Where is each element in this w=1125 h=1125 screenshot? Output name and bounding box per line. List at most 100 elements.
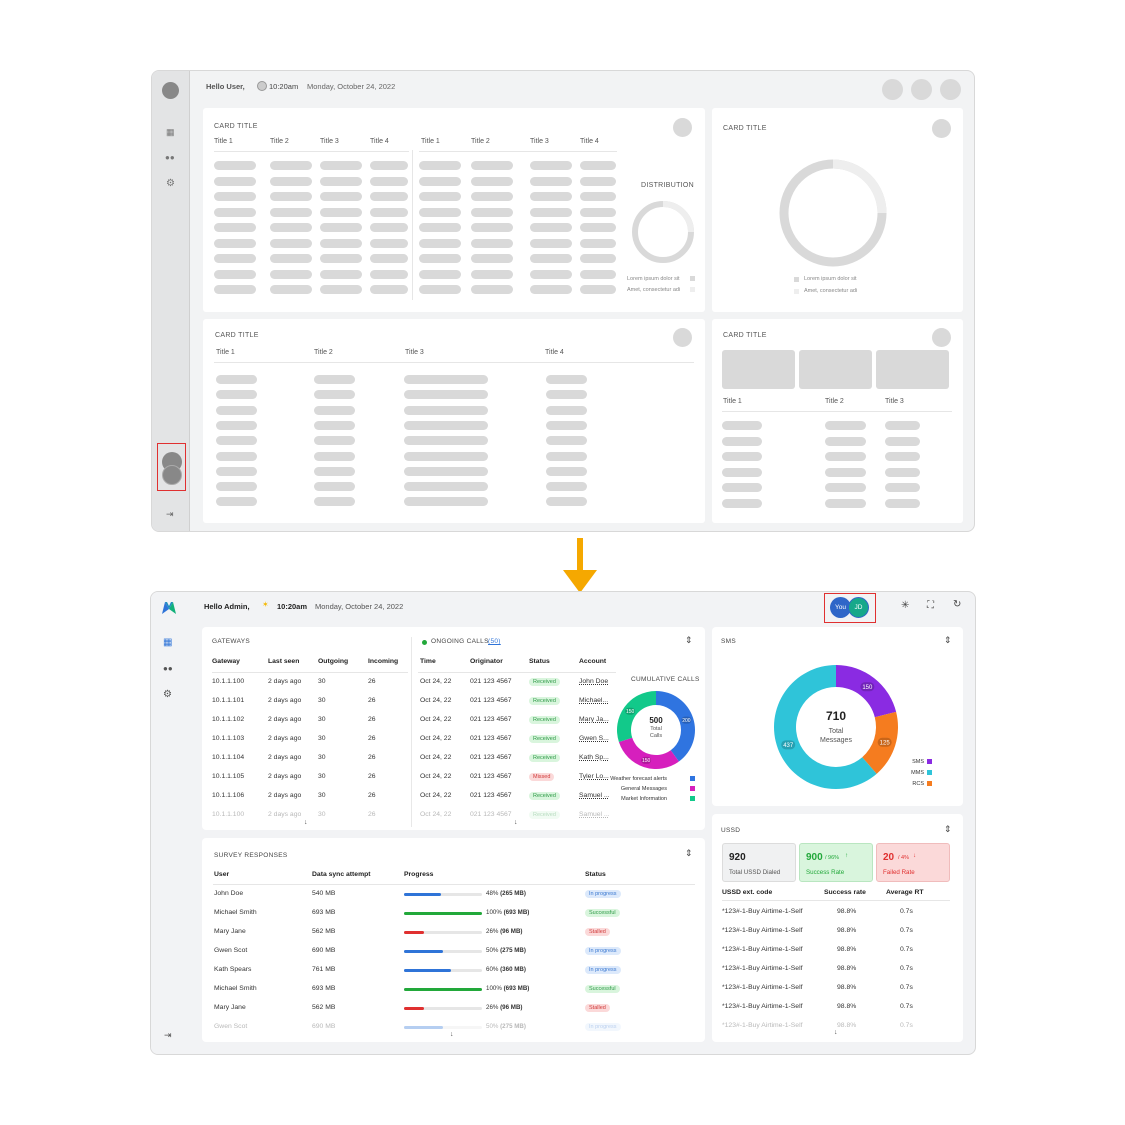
- logout-icon[interactable]: ⇥: [164, 1030, 172, 1041]
- account-link[interactable]: Gwen S...: [579, 735, 609, 742]
- logo-icon[interactable]: [162, 602, 176, 614]
- table-cell: 26: [368, 792, 376, 799]
- column-header[interactable]: Time: [420, 658, 436, 665]
- gear-icon[interactable]: ⚙: [163, 689, 172, 700]
- table-cell: 30: [318, 773, 326, 780]
- avatar-jd[interactable]: JD: [848, 597, 869, 618]
- progress-label: 60% (360 MB): [486, 966, 526, 973]
- stat-label: Failed Rate: [883, 869, 915, 876]
- brightness-icon[interactable]: ✳: [901, 600, 909, 611]
- status-badge: Received: [529, 697, 560, 705]
- skeleton-bar: [546, 390, 587, 400]
- column-header[interactable]: USSD ext. code: [722, 889, 772, 896]
- legend-swatch: [690, 276, 695, 281]
- progress-percent: 60%: [486, 966, 499, 973]
- sms-title: SMS: [721, 638, 736, 645]
- table-cell: 30: [318, 678, 326, 685]
- sidebar: ▦ ●● ⚙ ⇥: [151, 592, 189, 1054]
- stat-label: Total USSD Dialed: [729, 869, 781, 876]
- skeleton-bar: [214, 192, 256, 201]
- donut-slice[interactable]: [618, 737, 679, 769]
- column-header[interactable]: Status: [529, 658, 550, 665]
- skeleton-bar: [722, 436, 762, 446]
- ongoing-calls-count[interactable]: (50): [488, 638, 501, 645]
- scroll-down-icon[interactable]: ↓: [304, 819, 308, 826]
- column-header[interactable]: Account: [579, 658, 606, 665]
- cumulative-calls-title: CUMULATIVE CALLS: [631, 676, 700, 683]
- table-cell: 10.1.1.105: [212, 773, 245, 780]
- column-header[interactable]: Status: [585, 871, 606, 878]
- logout-icon: ⇥: [166, 509, 174, 519]
- account-link[interactable]: Kath Sp...: [579, 754, 609, 761]
- scroll-down-icon[interactable]: ↓: [834, 1029, 838, 1036]
- progress-size: (96 MB): [500, 928, 523, 935]
- table-cell: *123#-1-Buy Airtime-1-Self: [722, 1003, 803, 1010]
- column-header: Title 3: [530, 138, 549, 145]
- skeleton-bar: [530, 176, 572, 186]
- skeleton-bar: [270, 176, 312, 186]
- wireframe-date: Monday, October 24, 2022: [307, 82, 396, 91]
- sort-icon[interactable]: ⇕: [944, 635, 952, 646]
- skeleton-bar: [580, 207, 616, 217]
- slice-value-label: 150: [626, 709, 635, 715]
- legend-label: General Messages: [620, 786, 667, 792]
- status-badge: In progress: [585, 890, 621, 898]
- column-header[interactable]: Progress: [404, 871, 433, 878]
- column-header[interactable]: Incoming: [368, 658, 398, 665]
- clock-icon: [257, 81, 267, 91]
- table-cell: 10.1.1.101: [212, 697, 245, 704]
- cumulative-total-label: Calls: [649, 733, 663, 739]
- dashboard-icon[interactable]: ▦: [163, 637, 172, 648]
- skeleton-bar: [546, 375, 587, 384]
- fullscreen-icon[interactable]: ⛶: [927, 600, 934, 611]
- column-header[interactable]: Gateway: [212, 658, 240, 665]
- refresh-icon[interactable]: ↻: [953, 599, 961, 610]
- account-link[interactable]: John Doe: [579, 678, 608, 685]
- table-cell: 021 123 4567: [470, 678, 512, 685]
- progress-fill: [404, 893, 442, 896]
- progress-fill: [404, 950, 443, 953]
- skeleton-bar: [546, 451, 587, 461]
- account-link[interactable]: Michael...: [579, 697, 608, 704]
- skeleton-bar: [530, 207, 572, 217]
- skeleton-bar: [214, 207, 256, 217]
- skeleton-bar: [530, 269, 572, 279]
- table-cell: *123#-1-Buy Airtime-1-Self: [722, 927, 803, 934]
- legend-swatch: [927, 781, 932, 786]
- scroll-down-icon[interactable]: ↓: [514, 819, 518, 826]
- column-header[interactable]: Average RT: [886, 889, 924, 896]
- arrow-down-icon: ↓: [913, 853, 916, 859]
- progress-percent: 48%: [486, 890, 499, 897]
- column-header[interactable]: Originator: [470, 658, 503, 665]
- column-header[interactable]: Success rate: [824, 889, 866, 896]
- skeleton-bar: [419, 161, 461, 170]
- column-header: Title 4: [545, 349, 564, 356]
- column-header[interactable]: Data sync attempt: [312, 871, 371, 878]
- legend-swatch: [690, 776, 695, 781]
- progress-percent: 100%: [486, 985, 502, 992]
- sort-icon[interactable]: ⇕: [944, 824, 952, 835]
- skeleton-bar: [270, 254, 312, 263]
- account-link[interactable]: Samuel ...: [579, 811, 610, 818]
- table-cell: 26: [368, 754, 376, 761]
- slice-value-label: 437: [783, 743, 794, 749]
- table-cell: Oct 24, 22: [420, 773, 452, 780]
- account-link[interactable]: Mary Ja...: [579, 716, 609, 723]
- column-header[interactable]: User: [214, 871, 229, 878]
- column-header[interactable]: Last seen: [268, 658, 299, 665]
- skeleton-bar: [419, 223, 461, 232]
- table-cell: Mary Jane: [214, 1004, 246, 1011]
- table-cell: 2 days ago: [268, 735, 302, 742]
- users-icon[interactable]: ●●: [163, 664, 173, 673]
- cumulative-total: 500: [649, 716, 663, 725]
- table-cell: 690 MB: [312, 947, 336, 954]
- table-cell: Oct 24, 22: [420, 716, 452, 723]
- skeleton-bar: [722, 483, 762, 492]
- column-header[interactable]: Outgoing: [318, 658, 348, 665]
- sort-icon[interactable]: ⇕: [685, 848, 693, 859]
- skeleton-bar: [214, 285, 256, 294]
- skeleton-bar: [314, 451, 355, 461]
- skeleton-bar: [404, 451, 488, 461]
- scroll-down-icon[interactable]: ↓: [450, 1031, 454, 1038]
- sort-icon[interactable]: ⇕: [685, 635, 693, 646]
